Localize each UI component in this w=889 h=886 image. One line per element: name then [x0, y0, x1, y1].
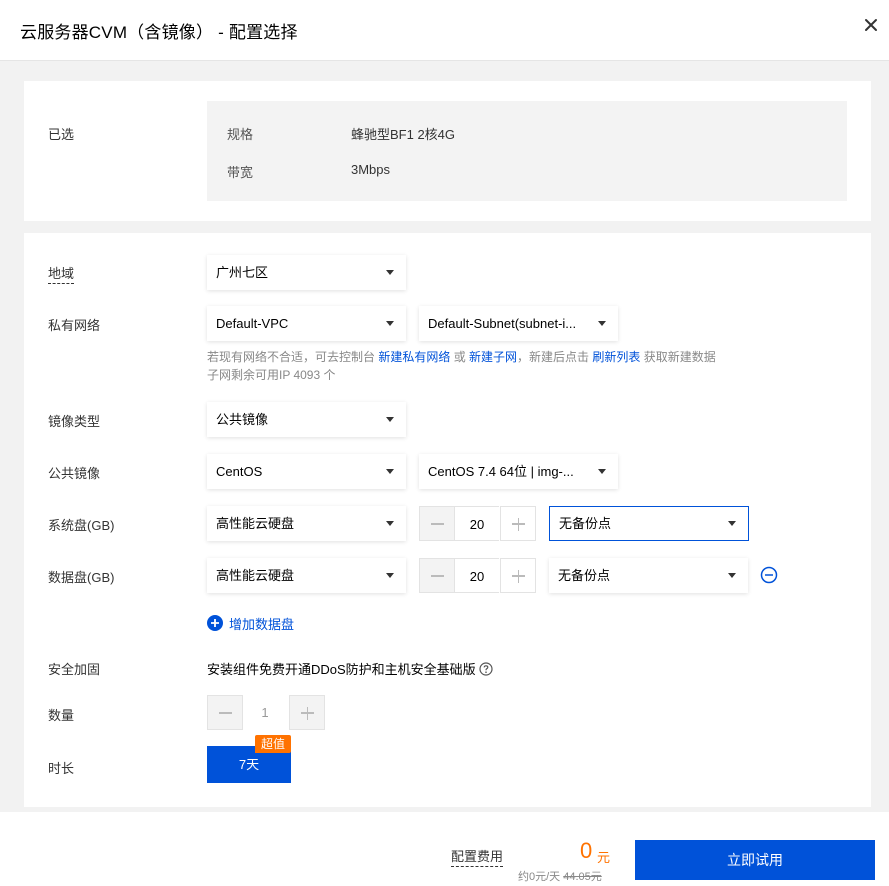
value-badge: 超值: [255, 735, 291, 753]
add-circle-icon: [207, 615, 223, 631]
system-disk-backup-select[interactable]: 无备份点: [549, 506, 749, 541]
vpc-value: Default-VPC: [216, 316, 289, 331]
system-disk-size[interactable]: 20: [455, 506, 499, 541]
os-version-value: CentOS 7.4 64位 | img-...: [428, 464, 574, 479]
chevron-down-icon: [598, 469, 606, 474]
chevron-down-icon: [386, 270, 394, 275]
network-hint-text: 或: [450, 350, 470, 364]
add-data-disk-label: 增加数据盘: [229, 617, 295, 632]
data-disk-size[interactable]: 20: [455, 558, 499, 593]
system-disk-decrement-button[interactable]: [419, 506, 455, 541]
network-hint-text: 若现有网络不合适，可去控制台: [207, 350, 379, 364]
security-label: 安全加固: [48, 662, 101, 677]
vpc-select[interactable]: Default-VPC: [207, 306, 406, 341]
bandwidth-value: 3Mbps: [351, 162, 391, 177]
selected-label: 已选: [48, 127, 75, 142]
plus-icon-vertical: [517, 570, 520, 583]
subnet-select[interactable]: Default-Subnet(subnet-i...: [419, 306, 618, 341]
config-form-panel: 地域 广州七区 私有网络 Default-VPC Default-Subnet(…: [24, 233, 871, 807]
data-disk-increment-button[interactable]: [500, 558, 536, 593]
spec-key: 规格: [227, 127, 254, 142]
minus-icon: [219, 712, 232, 714]
image-type-label: 镜像类型: [48, 414, 101, 429]
system-disk-type-select[interactable]: 高性能云硬盘: [207, 506, 406, 541]
data-disk-label: 数据盘(GB): [48, 570, 115, 585]
network-hint-text: ，新建后点击: [517, 350, 593, 364]
os-version-select[interactable]: CentOS 7.4 64位 | img-...: [419, 454, 618, 489]
data-disk-backup-select[interactable]: 无备份点: [549, 558, 748, 593]
quantity-label: 数量: [48, 708, 75, 723]
spec-value: 蜂驰型BF1 2核4G: [351, 127, 456, 142]
image-type-value: 公共镜像: [216, 412, 269, 427]
quantity-value[interactable]: 1: [243, 695, 287, 730]
chevron-down-icon: [728, 521, 736, 526]
help-icon[interactable]: [479, 662, 493, 676]
region-value: 广州七区: [216, 265, 269, 280]
data-disk-type-value: 高性能云硬盘: [216, 568, 295, 583]
region-label: 地域: [48, 263, 75, 284]
quantity-decrement-button[interactable]: [207, 695, 243, 730]
subnet-value: Default-Subnet(subnet-i...: [428, 316, 577, 331]
footer-bar: 配置费用 0 元 约0元/天 44.05元 立即试用: [0, 812, 889, 886]
chevron-down-icon: [386, 573, 394, 578]
add-data-disk-button[interactable]: 增加数据盘: [207, 614, 294, 633]
minus-icon: [431, 523, 444, 525]
system-disk-type-value: 高性能云硬盘: [216, 516, 295, 531]
os-value: CentOS: [216, 464, 263, 479]
region-select[interactable]: 广州七区: [207, 255, 406, 290]
data-disk-type-select[interactable]: 高性能云硬盘: [207, 558, 406, 593]
close-icon[interactable]: [860, 14, 882, 36]
data-disk-backup-value: 无备份点: [558, 568, 611, 583]
price-unit: 元: [597, 850, 611, 865]
selected-box: 规格 蜂驰型BF1 2核4G 带宽 3Mbps: [207, 101, 847, 201]
security-description: 安装组件免费开通DDoS防护和主机安全基础版: [207, 662, 476, 677]
plus-icon-vertical: [306, 707, 309, 720]
data-disk-decrement-button[interactable]: [419, 558, 455, 593]
price-value: 0: [580, 838, 593, 863]
dialog-title: 云服务器CVM（含镜像） - 配置选择: [20, 23, 298, 42]
fee-label[interactable]: 配置费用: [451, 846, 504, 867]
chevron-down-icon: [386, 321, 394, 326]
dialog-header: 云服务器CVM（含镜像） - 配置选择: [0, 0, 889, 61]
system-disk-label: 系统盘(GB): [48, 518, 115, 533]
try-now-button[interactable]: 立即试用: [635, 840, 875, 880]
plus-icon-vertical: [517, 518, 520, 531]
bandwidth-key: 带宽: [227, 165, 254, 180]
network-hint-text: 获取新建数据: [640, 350, 716, 364]
network-hint: 若现有网络不合适，可去控制台 新建私有网络 或 新建子网，新建后点击 刷新列表 …: [207, 348, 716, 384]
system-disk-increment-button[interactable]: [500, 506, 536, 541]
new-subnet-link[interactable]: 新建子网: [469, 350, 517, 364]
chevron-down-icon: [386, 521, 394, 526]
chevron-down-icon: [728, 573, 736, 578]
network-label: 私有网络: [48, 318, 101, 333]
duration-label: 时长: [48, 761, 75, 776]
selected-summary-panel: 已选 规格 蜂驰型BF1 2核4G 带宽 3Mbps: [24, 81, 871, 221]
chevron-down-icon: [386, 469, 394, 474]
remove-data-disk-icon[interactable]: [760, 566, 778, 584]
os-select[interactable]: CentOS: [207, 454, 406, 489]
refresh-list-link[interactable]: 刷新列表: [592, 350, 640, 364]
public-image-label: 公共镜像: [48, 466, 101, 481]
image-type-select[interactable]: 公共镜像: [207, 402, 406, 437]
new-vpc-link[interactable]: 新建私有网络: [378, 350, 450, 364]
price-subtext: 约0元/天 44.05元: [518, 868, 602, 884]
subnet-ip-hint: 子网剩余可用IP 4093 个: [207, 368, 336, 382]
chevron-down-icon: [598, 321, 606, 326]
original-price: 44.05元: [563, 871, 602, 883]
quantity-increment-button[interactable]: [289, 695, 325, 730]
system-disk-backup-value: 无备份点: [559, 516, 612, 531]
minus-icon: [431, 575, 444, 577]
chevron-down-icon: [386, 417, 394, 422]
daily-price: 约0元/天: [518, 871, 564, 883]
security-text: 安装组件免费开通DDoS防护和主机安全基础版: [207, 659, 493, 678]
